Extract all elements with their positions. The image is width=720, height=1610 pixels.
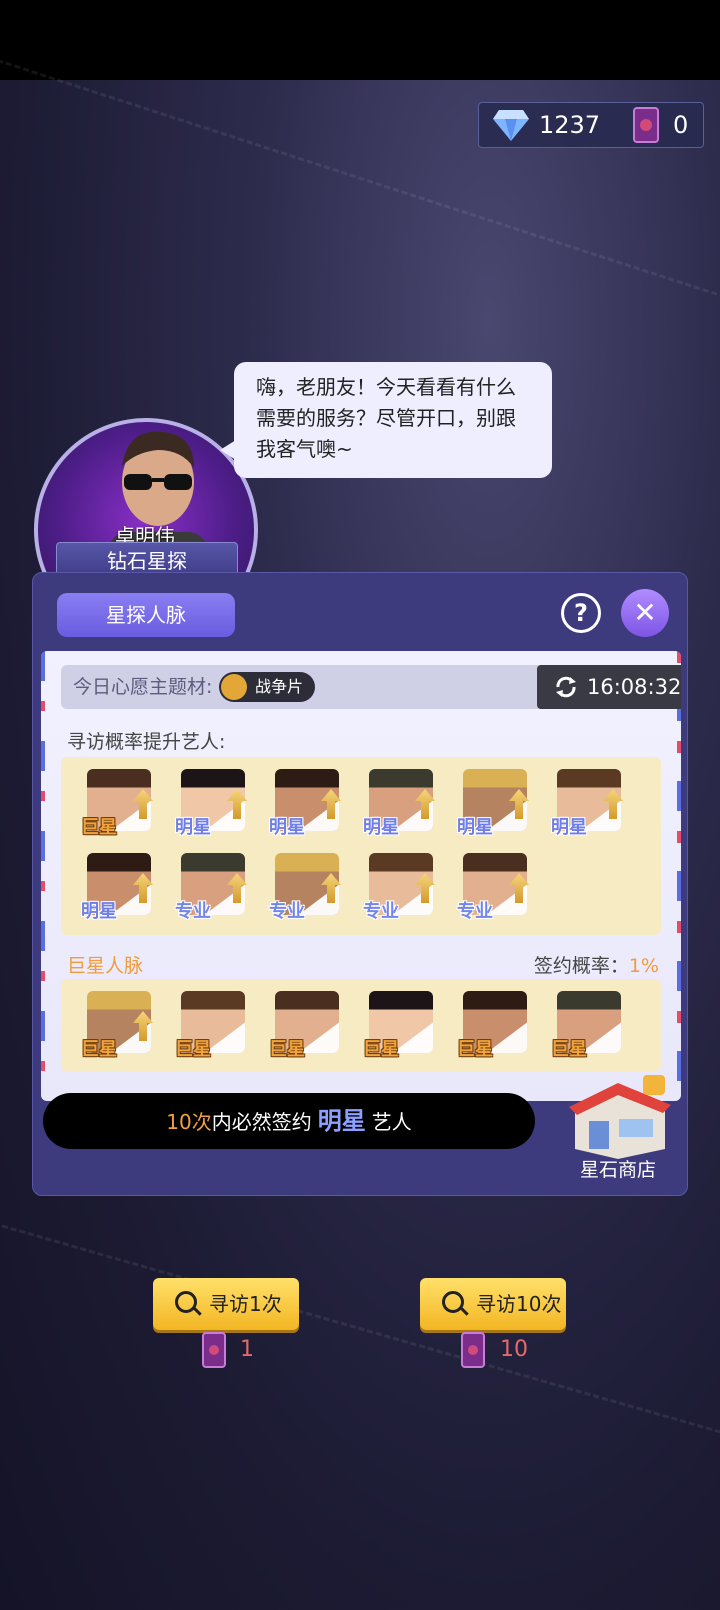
guarantee-count: 10次 [166,1110,212,1134]
theme-label: 今日心愿主题材: [73,676,213,698]
artist-card[interactable]: 明星 [363,769,435,838]
scout-card-icon [202,1332,226,1368]
artist-card[interactable]: 明星 [551,769,623,838]
artist-tier-badge: 明星 [269,817,305,838]
artist-tier-badge: 明星 [457,817,493,838]
tab-scout-network[interactable]: 星探人脉 [57,593,235,637]
artist-tier-badge: 巨星 [457,1039,493,1060]
artist-card[interactable]: 专业 [457,853,529,922]
artist-card[interactable]: 专业 [269,853,341,922]
giant-network-title: 巨星人脉 [67,955,144,977]
search-once-button[interactable]: 寻访1次 [153,1278,299,1330]
search-ten-label: 寻访10次 [476,1292,562,1316]
shop-label: 星石商店 [579,1159,656,1181]
sign-rate-value: 1% [628,955,659,977]
artist-card[interactable]: 明星 [81,853,153,922]
scout-card-icon [633,107,659,143]
artist-card[interactable]: 巨星 [81,769,153,838]
artist-tier-badge: 明星 [551,817,587,838]
artist-card[interactable]: 巨星 [175,991,247,1060]
artist-tier-badge: 明星 [363,817,399,838]
artist-card[interactable]: 明星 [457,769,529,838]
artist-tier-badge: 巨星 [81,817,117,838]
artist-card[interactable]: 明星 [269,769,341,838]
soldier-icon [221,674,247,700]
artist-card[interactable]: 巨星 [363,991,435,1060]
card-count: 0 [673,111,689,139]
gem-count: 1237 [539,111,601,139]
artist-tier-badge: 巨星 [269,1039,305,1060]
artist-tier-badge: 专业 [457,901,493,922]
guarantee-end: 艺人 [371,1110,412,1134]
artist-tier-badge: 巨星 [175,1039,211,1060]
artist-tier-badge: 专业 [175,901,211,922]
artist-card[interactable]: 巨星 [457,991,529,1060]
artist-tier-badge: 巨星 [81,1039,117,1060]
dialog-bubble: 嗨，老朋友！今天看看有什么需要的服务？尽管开口，别跟我客气噢~ [220,362,552,478]
artist-tier-badge: 专业 [269,901,305,922]
scout-panel: 星探人脉 ? ✕ 今日心愿主题材: 战争片 16:08:32 寻访概率提升艺人: [32,572,688,1196]
scout-avatar[interactable]: 卓明伟 钻石星探 [30,382,260,642]
boost-artist-grid: 巨星 明星 明星 明星 明星 明星 明星 专业 专业 专业 专业 [61,757,661,935]
sign-rate-label: 签约概率： [533,955,629,977]
status-bar [0,0,720,80]
star-stone-shop-button[interactable]: 星石商店 [555,1069,681,1185]
artist-card[interactable]: 巨星 [269,991,341,1060]
artist-card[interactable]: 明星 [175,769,247,838]
scout-card-icon [461,1332,485,1368]
search-once-label: 寻访1次 [209,1292,282,1316]
magnifier-icon [442,1291,464,1313]
refresh-timer: 16:08:32 [537,665,681,709]
artist-card[interactable]: 专业 [175,853,247,922]
theme-chip[interactable]: 战争片 [219,672,315,702]
artist-tier-badge: 巨星 [363,1039,399,1060]
artist-tier-badge: 明星 [175,817,211,838]
search-once-cost: 1 [240,1337,254,1362]
diamond-icon [493,110,529,141]
background-stitch [0,1217,720,1446]
artist-card[interactable]: 巨星 [81,991,153,1060]
theme-value: 战争片 [255,677,304,696]
currency-bar: 1237 0 [478,102,704,148]
guarantee-banner: 10次内必然签约 明星 艺人 [43,1093,535,1149]
magnifier-icon [175,1291,197,1313]
artist-tier-badge: 巨星 [551,1039,587,1060]
giant-artist-grid: 巨星 巨星 巨星 巨星 巨星 巨星 [61,979,661,1071]
search-ten-cost: 10 [500,1337,528,1362]
help-icon[interactable]: ? [561,593,601,633]
shop-icon [569,1075,671,1159]
decor-edge [677,651,681,1101]
artist-card[interactable]: 巨星 [551,991,623,1060]
scout-content: 今日心愿主题材: 战争片 16:08:32 寻访概率提升艺人: 巨星 明星 明星 明星… [41,651,681,1101]
close-icon[interactable]: ✕ [621,589,669,637]
refresh-icon [556,676,576,698]
sign-rate: 签约概率：1% [534,951,659,978]
artist-tier-badge: 明星 [81,901,117,922]
search-ten-button[interactable]: 寻访10次 [420,1278,566,1330]
artist-card[interactable]: 专业 [363,853,435,922]
artist-tier-badge: 专业 [363,901,399,922]
guarantee-rank: 明星 [317,1107,366,1135]
boost-title: 寻访概率提升艺人: [67,731,226,753]
guarantee-text: 内必然签约 [211,1110,312,1134]
timer-text: 16:08:32 [587,675,681,699]
background-stitch [0,53,720,310]
decor-edge [41,651,45,1101]
theme-row: 今日心愿主题材: 战争片 16:08:32 [61,665,681,709]
